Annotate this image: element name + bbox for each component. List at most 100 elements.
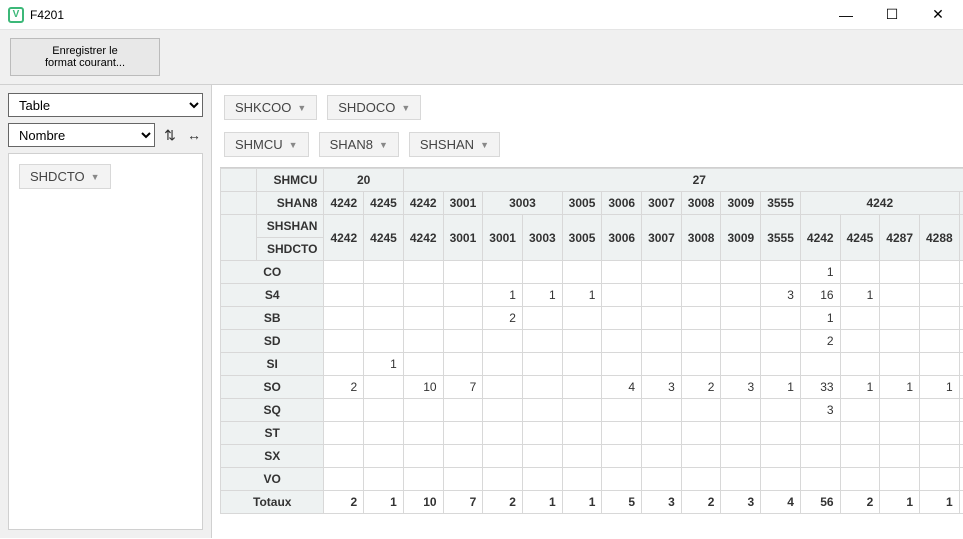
pivot-header-cell[interactable]: SI [221, 353, 324, 376]
chip-label: SHDCTO [30, 169, 85, 184]
row-field-shan8[interactable]: SHAN8▼ [319, 132, 399, 157]
minimize-button[interactable]: — [823, 0, 869, 29]
pivot-header-cell[interactable]: SQ [221, 399, 324, 422]
pivot-header-cell[interactable]: 3003 [483, 192, 562, 215]
pivot-header-cell[interactable]: CO [221, 261, 324, 284]
pivot-data-cell [721, 261, 761, 284]
chevron-down-icon: ▼ [480, 140, 489, 150]
pivot-header-cell[interactable] [221, 215, 257, 261]
pivot-data-cell [721, 399, 761, 422]
pivot-header-cell[interactable]: 4245 [364, 192, 404, 215]
sort-toggle-icon[interactable]: ⇅ [161, 124, 179, 146]
table-row: S41113161 [221, 284, 963, 307]
table-row: CO1 [221, 261, 963, 284]
pivot-header-cell[interactable]: 3555 [761, 192, 801, 215]
measure-select[interactable]: Nombre [8, 123, 155, 147]
pivot-header-cell[interactable]: SB [221, 307, 324, 330]
pivot-table-wrap[interactable]: SHMCU2027SHAN842424245424230013003300530… [220, 167, 963, 530]
pivot-header-cell[interactable]: 4242 [800, 192, 959, 215]
pivot-data-cell [364, 468, 404, 491]
pivot-data-cell [602, 399, 642, 422]
dimension-select[interactable]: Table [8, 93, 203, 117]
pivot-header-cell[interactable]: SHDCTO [257, 238, 324, 261]
pivot-header-cell[interactable]: 3005 [562, 215, 602, 261]
save-format-button[interactable]: Enregistrer le format courant... [10, 38, 160, 76]
pivot-header-cell[interactable]: 4242 [800, 215, 840, 261]
pivot-header-cell[interactable]: 3009 [721, 215, 761, 261]
pivot-header-cell[interactable]: SX [221, 445, 324, 468]
pivot-data-cell [562, 376, 602, 399]
pivot-data-cell [642, 353, 682, 376]
close-button[interactable]: ✕ [915, 0, 961, 29]
pivot-data-cell [642, 330, 682, 353]
pivot-data-cell [642, 261, 682, 284]
pivot-header-cell[interactable]: ST [221, 422, 324, 445]
pivot-header-cell[interactable]: 3001 [483, 215, 523, 261]
pivot-header-cell[interactable]: 3001 [443, 215, 483, 261]
pivot-header-cell[interactable]: SHSHAN [257, 215, 324, 238]
pivot-data-cell [959, 445, 963, 468]
pivot-header-cell[interactable]: 4242 [403, 215, 443, 261]
pivot-header-cell[interactable]: 4287 [880, 215, 920, 261]
pivot-header-cell[interactable]: Totaux [221, 491, 324, 514]
pivot-header-cell[interactable]: SHAN8 [257, 192, 324, 215]
pivot-data-cell [721, 307, 761, 330]
pivot-header-cell[interactable]: 3001 [443, 192, 483, 215]
titlebar: V F4201 — ☐ ✕ [0, 0, 963, 30]
pivot-header-cell[interactable]: 3006 [602, 215, 642, 261]
pivot-header-cell[interactable]: 4242 [403, 192, 443, 215]
pivot-table: SHMCU2027SHAN842424245424230013003300530… [220, 168, 963, 514]
pivot-header-cell[interactable]: SO [221, 376, 324, 399]
pivot-header-cell[interactable] [221, 192, 257, 215]
pivot-header-cell[interactable]: 424 [959, 192, 963, 215]
pivot-header-cell[interactable]: 4245 [364, 215, 404, 261]
pivot-header-cell[interactable] [221, 169, 257, 192]
pivot-data-cell [324, 261, 364, 284]
pivot-header-cell[interactable]: 4242 [324, 215, 364, 261]
pivot-header-cell[interactable]: 3555 [761, 215, 801, 261]
pivot-data-cell [364, 330, 404, 353]
pivot-data-cell [562, 353, 602, 376]
pivot-data-cell [880, 284, 920, 307]
pivot-header-cell[interactable]: 4288 [920, 215, 960, 261]
pivot-header-cell[interactable]: VO [221, 468, 324, 491]
pivot-header-cell[interactable]: 20 [324, 169, 403, 192]
pivot-header-cell[interactable]: SHMCU [257, 169, 324, 192]
pivot-header-cell[interactable]: 3008 [681, 215, 721, 261]
pivot-header-cell[interactable]: 3006 [602, 192, 642, 215]
pivot-header-cell[interactable]: 3007 [642, 215, 682, 261]
pivot-data-cell [602, 353, 642, 376]
pivot-header-cell[interactable]: SD [221, 330, 324, 353]
pivot-header-cell[interactable]: 3009 [721, 192, 761, 215]
col-field-shdoco[interactable]: SHDOCO▼ [327, 95, 421, 120]
row-field-shmcu[interactable]: SHMCU▼ [224, 132, 309, 157]
pivot-data-cell: 2 [483, 307, 523, 330]
pivot-data-cell [761, 445, 801, 468]
pivot-data-cell [602, 284, 642, 307]
col-field-shkcoo[interactable]: SHKCOO▼ [224, 95, 317, 120]
maximize-button[interactable]: ☐ [869, 0, 915, 29]
swap-axes-icon[interactable]: ↔ [185, 124, 203, 146]
pivot-data-cell [920, 284, 960, 307]
table-row: SQ3 [221, 399, 963, 422]
pivot-data-cell [721, 330, 761, 353]
pivot-header-cell[interactable]: 3007 [642, 192, 682, 215]
pivot-header-cell[interactable]: 3005 [562, 192, 602, 215]
pivot-data-cell: 1 [562, 284, 602, 307]
pivot-header-cell[interactable]: 3003 [522, 215, 562, 261]
pivot-header-cell[interactable]: 4242 [324, 192, 364, 215]
pivot-data-cell: 3 [721, 376, 761, 399]
pivot-data-cell: 1 [562, 491, 602, 514]
pivot-data-cell: 10 [403, 376, 443, 399]
pivot-data-cell [880, 445, 920, 468]
pivot-header-cell[interactable]: S4 [221, 284, 324, 307]
pivot-header-cell[interactable]: 3008 [681, 192, 721, 215]
filter-chip-shdcto[interactable]: SHDCTO ▼ [19, 164, 111, 189]
toolbar: Enregistrer le format courant... [0, 30, 963, 85]
pivot-data-cell [364, 376, 404, 399]
pivot-header-cell[interactable]: 27 [403, 169, 963, 192]
pivot-data-cell: 1 [483, 284, 523, 307]
pivot-header-cell[interactable]: 424 [959, 215, 963, 261]
row-field-shshan[interactable]: SHSHAN▼ [409, 132, 500, 157]
pivot-header-cell[interactable]: 4245 [840, 215, 880, 261]
